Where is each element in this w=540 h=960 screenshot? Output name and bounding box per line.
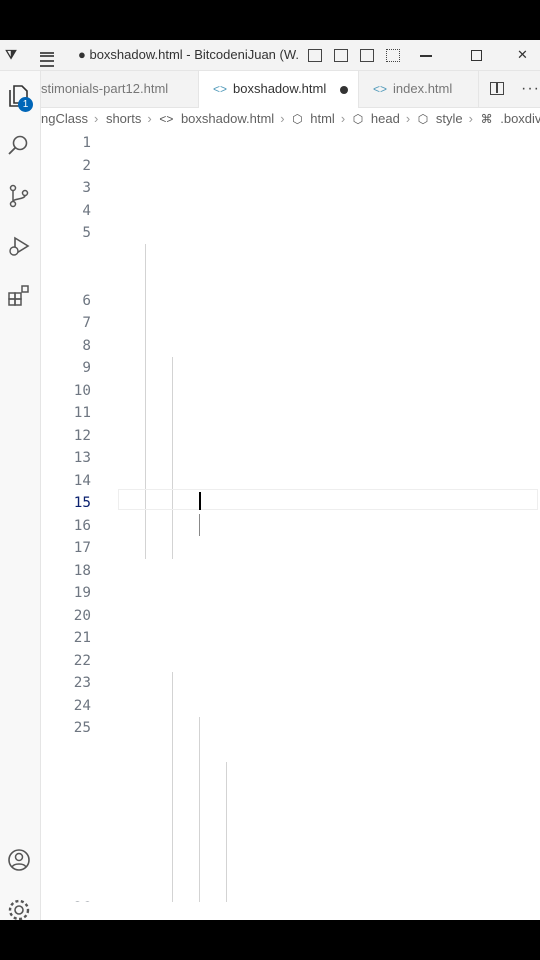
css-rule-icon: ⌘ (480, 112, 493, 126)
breadcrumb-item[interactable]: .boxdiv (500, 111, 540, 126)
vscode-logo-icon: ⧩ (5, 47, 17, 62)
html-file-icon: <> (373, 82, 388, 96)
toggle-secondary-sidebar-icon[interactable] (360, 49, 374, 62)
line-number: 8 (82, 337, 91, 354)
line-number: 3 (82, 180, 91, 196)
line-number: 22 (73, 652, 91, 669)
extensions-icon[interactable] (6, 283, 34, 311)
html-file-icon: <> (213, 82, 228, 96)
line-number: 20 (73, 607, 91, 624)
line-number: 9 (82, 360, 91, 376)
element-icon: ⬡ (292, 112, 303, 126)
line-number: 24 (73, 697, 91, 714)
html-file-icon: <> (159, 112, 174, 126)
line-number: 5 (82, 225, 91, 241)
line-number: 7 (82, 315, 91, 331)
source-control-icon[interactable] (6, 183, 34, 211)
element-icon: ⬡ (352, 112, 364, 126)
tab-index[interactable]: <> index.html (359, 71, 479, 107)
title-bar: ⧩ ● boxshadow.html - BitcodeniJuan (W...… (0, 40, 540, 71)
window-title: ● boxshadow.html - BitcodeniJuan (W... (78, 47, 300, 62)
breadcrumb-item[interactable]: shorts (106, 111, 141, 126)
line-number: 4 (82, 202, 91, 219)
line-number-current: 15 (73, 495, 91, 511)
code-editor[interactable]: 1 2 3 4 5 6 7 8 9 10 11 12 13 14 15 16 1… (41, 132, 540, 902)
line-number: 19 (73, 585, 91, 601)
line-number: 6 (82, 292, 91, 309)
toggle-primary-sidebar-icon[interactable] (308, 49, 322, 62)
line-number: 23 (73, 675, 91, 691)
line-number: 25 (73, 720, 91, 736)
line-number: 13 (73, 450, 91, 466)
menu-icon[interactable] (38, 40, 58, 70)
tab-label: index.html (393, 81, 453, 96)
line-number: 12 (73, 427, 91, 444)
element-icon: ⬡ (417, 112, 429, 126)
line-number: 17 (73, 540, 91, 556)
line-number: 18 (73, 562, 91, 579)
settings-gear-icon[interactable] (6, 897, 34, 920)
line-number: 2 (82, 157, 91, 174)
minimize-icon[interactable] (420, 40, 434, 70)
vscode-window: ⧩ ● boxshadow.html - BitcodeniJuan (W...… (0, 40, 540, 920)
split-editor-icon[interactable] (490, 82, 504, 95)
tab-boxshadow[interactable]: <> boxshadow.html (199, 71, 359, 108)
run-debug-icon[interactable] (6, 233, 34, 261)
breadcrumb-item[interactable]: ngClass (41, 111, 88, 126)
close-icon[interactable]: ✕ (517, 40, 528, 70)
unsaved-dot-icon[interactable] (340, 86, 348, 94)
line-number: 1 (82, 135, 91, 151)
more-actions-icon[interactable]: ··· (521, 71, 540, 107)
tab-testimonials[interactable]: stimonials-part12.html (41, 71, 199, 107)
activity-bar: 1 (0, 71, 41, 920)
breadcrumb-item[interactable]: head (371, 111, 400, 126)
tab-bar: stimonials-part12.html <> boxshadow.html … (41, 71, 540, 108)
tab-label: boxshadow.html (233, 81, 327, 96)
explorer-badge: 1 (18, 97, 33, 112)
accounts-icon[interactable] (6, 847, 34, 875)
line-number: 11 (73, 405, 91, 421)
customize-layout-icon[interactable] (386, 49, 400, 62)
breadcrumb: ngClass › shorts › <> boxshadow.html › ⬡ ht… (41, 111, 540, 126)
search-icon[interactable] (6, 133, 34, 161)
line-number: 14 (73, 472, 91, 489)
tab-label: stimonials-part12.html (41, 81, 169, 96)
line-number: 21 (73, 630, 91, 646)
breadcrumb-item[interactable]: html (310, 111, 335, 126)
line-number: 16 (73, 517, 91, 534)
breadcrumb-item[interactable]: style (436, 111, 463, 126)
toggle-panel-icon[interactable] (334, 49, 348, 62)
breadcrumb-item[interactable]: boxshadow.html (181, 111, 274, 126)
line-number: 26 (41, 897, 91, 902)
line-number: 10 (73, 382, 91, 399)
